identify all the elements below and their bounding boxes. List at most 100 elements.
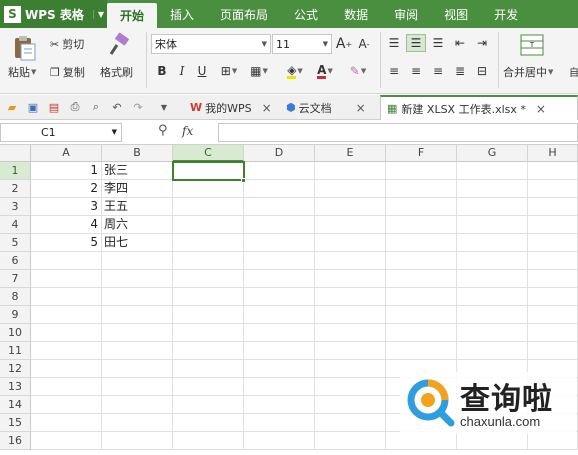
paste-icon[interactable] <box>10 34 38 62</box>
grid-cell[interactable] <box>315 414 386 432</box>
grid-cell[interactable] <box>244 306 315 324</box>
align-bottom-button[interactable]: ☰ <box>428 34 448 52</box>
grid-cell[interactable] <box>315 216 386 234</box>
grid-cell[interactable] <box>457 270 528 288</box>
cell-b3[interactable]: 王五 <box>102 198 173 216</box>
grid-cell[interactable] <box>315 396 386 414</box>
grid-cell[interactable] <box>457 180 528 198</box>
grid-cell[interactable] <box>386 234 457 252</box>
grid-cell[interactable] <box>528 216 578 234</box>
grid-cell[interactable] <box>244 270 315 288</box>
row-header-11[interactable]: 11 <box>0 342 31 360</box>
fill-handle[interactable] <box>241 178 246 183</box>
grid-cell[interactable] <box>315 162 386 180</box>
grid-cell[interactable] <box>173 216 244 234</box>
decrease-font-button[interactable]: A- <box>356 34 372 54</box>
grid-cell[interactable] <box>102 324 173 342</box>
grid-cell[interactable] <box>244 288 315 306</box>
row-header-2[interactable]: 2 <box>0 180 31 198</box>
grid-cell[interactable] <box>244 162 315 180</box>
grid-cell[interactable] <box>173 414 244 432</box>
increase-indent-button[interactable]: ⇥ <box>472 34 492 52</box>
grid-cell[interactable] <box>244 324 315 342</box>
export-pdf-icon[interactable]: ▤ <box>45 98 63 116</box>
grid-cell[interactable] <box>457 324 528 342</box>
grid-cell[interactable] <box>528 180 578 198</box>
align-left-button[interactable]: ≡ <box>384 62 404 80</box>
paste-button[interactable]: 粘贴 ▼ <box>8 64 36 80</box>
align-center-button[interactable]: ≡ <box>406 62 426 80</box>
tab-my-wps[interactable]: W 我的WPS × <box>184 95 278 120</box>
column-header-e[interactable]: E <box>315 145 386 162</box>
grid-cell[interactable] <box>528 432 578 450</box>
cell-b2[interactable]: 李四 <box>102 180 173 198</box>
fill-color-button[interactable]: ◈ ▼ <box>282 62 308 80</box>
grid-cell[interactable] <box>173 252 244 270</box>
grid-cell[interactable] <box>457 216 528 234</box>
tab-workbook[interactable]: ▦ 新建 XLSX 工作表.xlsx * × <box>380 95 578 120</box>
column-header-g[interactable]: G <box>457 145 528 162</box>
format-painter-icon[interactable] <box>106 32 132 58</box>
grid-cell[interactable] <box>31 414 102 432</box>
grid-cell[interactable] <box>244 252 315 270</box>
row-header-10[interactable]: 10 <box>0 324 31 342</box>
row-header-7[interactable]: 7 <box>0 270 31 288</box>
grid-cell[interactable] <box>31 306 102 324</box>
active-cell-c1[interactable] <box>172 161 245 181</box>
grid-cell[interactable] <box>528 324 578 342</box>
row-header-16[interactable]: 16 <box>0 432 31 450</box>
grid-cell[interactable] <box>102 432 173 450</box>
grid-cell[interactable] <box>173 198 244 216</box>
tab-view[interactable]: 视图 <box>431 0 481 28</box>
grid-cell[interactable] <box>173 324 244 342</box>
grid-cell[interactable] <box>102 288 173 306</box>
grid-cell[interactable] <box>173 378 244 396</box>
row-header-9[interactable]: 9 <box>0 306 31 324</box>
clear-format-button[interactable]: ✎ ▼ <box>344 62 372 80</box>
tab-cloud-docs[interactable]: ⬢ 云文档 × <box>280 95 378 120</box>
grid-cell[interactable] <box>31 432 102 450</box>
grid-cell[interactable] <box>315 324 386 342</box>
print-preview-icon[interactable]: ⌕ <box>87 98 105 116</box>
grid-cell[interactable] <box>315 432 386 450</box>
grid-cell[interactable] <box>457 198 528 216</box>
grid-cell[interactable] <box>457 288 528 306</box>
column-header-c[interactable]: C <box>173 145 244 162</box>
open-folder-icon[interactable]: ▰ <box>3 98 21 116</box>
grid-cell[interactable] <box>315 180 386 198</box>
grid-cell[interactable] <box>244 414 315 432</box>
cell-a3[interactable]: 3 <box>31 198 102 216</box>
grid-cell[interactable] <box>31 342 102 360</box>
row-header-14[interactable]: 14 <box>0 396 31 414</box>
grid-cell[interactable] <box>528 342 578 360</box>
decrease-indent-button[interactable]: ⇤ <box>450 34 470 52</box>
grid-cell[interactable] <box>173 180 244 198</box>
grid-cell[interactable] <box>173 360 244 378</box>
grid-cell[interactable] <box>244 234 315 252</box>
column-header-h[interactable]: H <box>528 145 578 162</box>
row-header-3[interactable]: 3 <box>0 198 31 216</box>
grid-cell[interactable] <box>173 306 244 324</box>
grid-cell[interactable] <box>102 342 173 360</box>
grid-cell[interactable] <box>315 288 386 306</box>
grid-cell[interactable] <box>102 378 173 396</box>
grid-cell[interactable] <box>457 306 528 324</box>
cell-a1[interactable]: 1 <box>31 162 102 180</box>
grid-cell[interactable] <box>315 252 386 270</box>
grid-cell[interactable] <box>528 234 578 252</box>
row-header-12[interactable]: 12 <box>0 360 31 378</box>
grid-cell[interactable] <box>31 396 102 414</box>
row-header-15[interactable]: 15 <box>0 414 31 432</box>
grid-cell[interactable] <box>244 180 315 198</box>
bold-button[interactable]: B <box>154 62 170 80</box>
grid-cell[interactable] <box>173 270 244 288</box>
grid-cell[interactable] <box>386 342 457 360</box>
grid-cell[interactable] <box>386 306 457 324</box>
grid-cell[interactable] <box>173 234 244 252</box>
grid-cell[interactable] <box>31 288 102 306</box>
grid-cell[interactable] <box>528 162 578 180</box>
row-header-1[interactable]: 1 <box>0 162 31 180</box>
insert-function-button[interactable]: fx <box>182 124 193 138</box>
row-header-8[interactable]: 8 <box>0 288 31 306</box>
column-header-d[interactable]: D <box>244 145 315 162</box>
